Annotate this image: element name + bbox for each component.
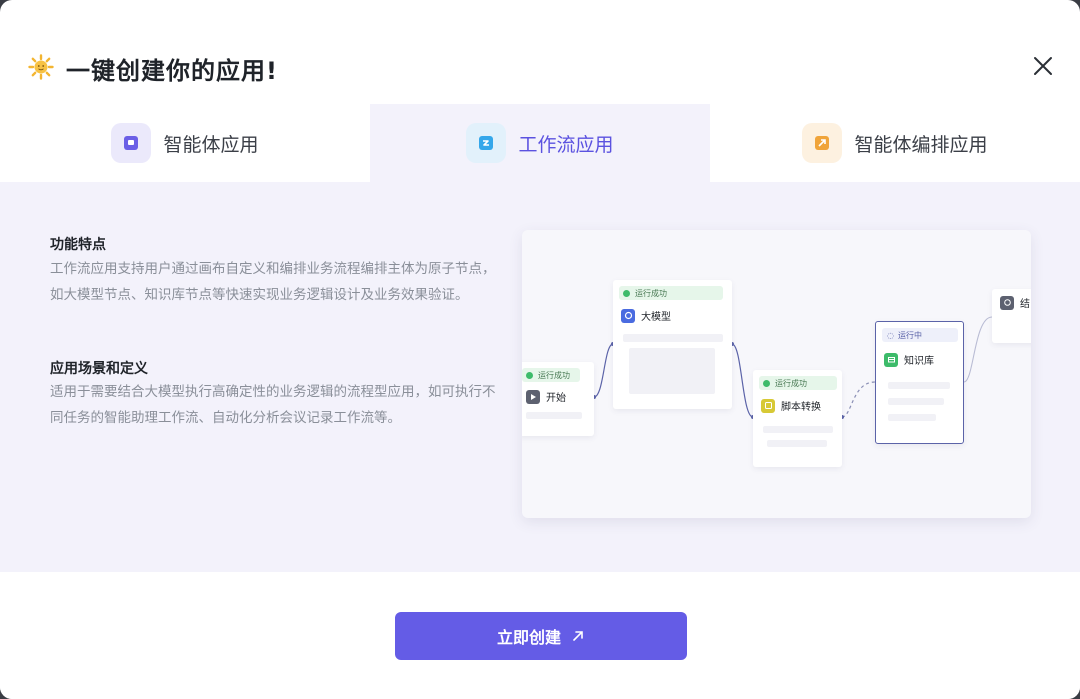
- skeleton-line: [623, 334, 723, 342]
- node-status-text: 运行中: [897, 330, 922, 340]
- skeleton-line: [888, 382, 950, 389]
- skeleton-line: [888, 398, 944, 405]
- end-node-icon: [1000, 295, 1014, 310]
- node-title: 脚本转换: [761, 398, 821, 413]
- app-type-tabs: 智能体应用 工作流应用 智能体编排应用: [0, 104, 1080, 182]
- status-success-icon: [763, 379, 770, 387]
- tab-agent-orchestration-app[interactable]: 智能体编排应用: [710, 104, 1080, 182]
- node-title-text: 脚本转换: [781, 402, 821, 413]
- node-title: 知识库: [884, 352, 934, 367]
- node-status: 运行成功: [619, 286, 723, 300]
- skeleton-line: [888, 414, 936, 421]
- dialog-title: 一键创建你的应用!: [66, 57, 278, 85]
- tab-label: 智能体应用: [163, 133, 259, 156]
- arrow-up-right-icon: [573, 631, 583, 641]
- workflow-node-script: 运行成功 脚本转换: [753, 370, 842, 467]
- skeleton-line: [763, 426, 833, 433]
- node-title: 大模型: [621, 308, 671, 323]
- node-status: 运行成功: [522, 368, 580, 382]
- features-text: 工作流应用支持用户通过画布自定义和编排业务流程编排主体为原子节点，如大模型节点、…: [50, 261, 496, 303]
- tab-agent-app[interactable]: 智能体应用: [0, 104, 370, 182]
- scenarios-title: 应用场景和定义: [50, 361, 148, 377]
- dialog-header: 一键创建你的应用!: [0, 0, 1080, 104]
- agent-app-icon: [111, 123, 152, 163]
- skeleton-block: [629, 348, 715, 394]
- close-button[interactable]: [1030, 53, 1056, 79]
- workflow-node-end: 结: [992, 289, 1031, 343]
- node-title: 结: [1000, 295, 1030, 310]
- scenarios-text: 适用于需要结合大模型执行高确定性的业务逻辑的流程型应用，如可执行不同任务的智能助…: [50, 384, 496, 426]
- status-success-icon: [623, 289, 630, 297]
- workflow-node-llm: 运行成功 大模型: [613, 280, 732, 409]
- tab-content-panel: 功能特点 工作流应用支持用户通过画布自定义和编排业务流程编排主体为原子节点，如大…: [0, 182, 1080, 572]
- start-node-icon: [526, 389, 540, 404]
- workflow-node-knowledge-base: ◌ 运行中 知识库: [875, 321, 964, 444]
- workflow-app-icon: [466, 123, 507, 163]
- script-node-icon: [761, 398, 775, 413]
- node-status-text: 运行成功: [635, 288, 667, 298]
- workflow-node-start: 运行成功 开始: [522, 362, 594, 436]
- tab-workflow-app[interactable]: 工作流应用: [370, 104, 710, 182]
- create-button-label: 立即创建: [496, 628, 561, 647]
- knowledge-base-node-icon: [884, 352, 898, 367]
- workflow-preview-image: 运行成功 开始 运行成功 大模型 运行成功 脚本转换 ◌ 运行中 知识库 结: [522, 230, 1031, 518]
- features-title: 功能特点: [50, 237, 106, 253]
- skeleton-line: [526, 412, 582, 419]
- loading-icon: ◌: [887, 330, 894, 340]
- status-success-icon: [526, 371, 533, 379]
- create-now-button[interactable]: 立即创建: [395, 612, 687, 660]
- dialog-footer: 立即创建: [0, 572, 1080, 699]
- skeleton-line: [767, 440, 827, 447]
- node-status: ◌ 运行中: [882, 328, 958, 342]
- node-title-text: 开始: [546, 393, 566, 404]
- close-icon: [1034, 57, 1052, 75]
- tab-label: 工作流应用: [518, 133, 614, 156]
- node-status: 运行成功: [759, 376, 837, 390]
- node-status-text: 运行成功: [538, 370, 570, 380]
- agent-orchestration-icon: [802, 123, 843, 163]
- node-title-text: 知识库: [904, 356, 934, 367]
- tab-label: 智能体编排应用: [854, 133, 988, 156]
- sun-emoji-icon: [28, 54, 54, 80]
- create-app-dialog: 一键创建你的应用! 智能体应用 工作流应用 智能体编排应用 功能特点 工作流应用…: [0, 0, 1080, 699]
- node-title-text: 大模型: [641, 312, 671, 323]
- node-title-text: 结: [1020, 299, 1030, 310]
- node-status-text: 运行成功: [775, 378, 807, 388]
- node-title: 开始: [526, 389, 566, 404]
- llm-node-icon: [621, 308, 635, 323]
